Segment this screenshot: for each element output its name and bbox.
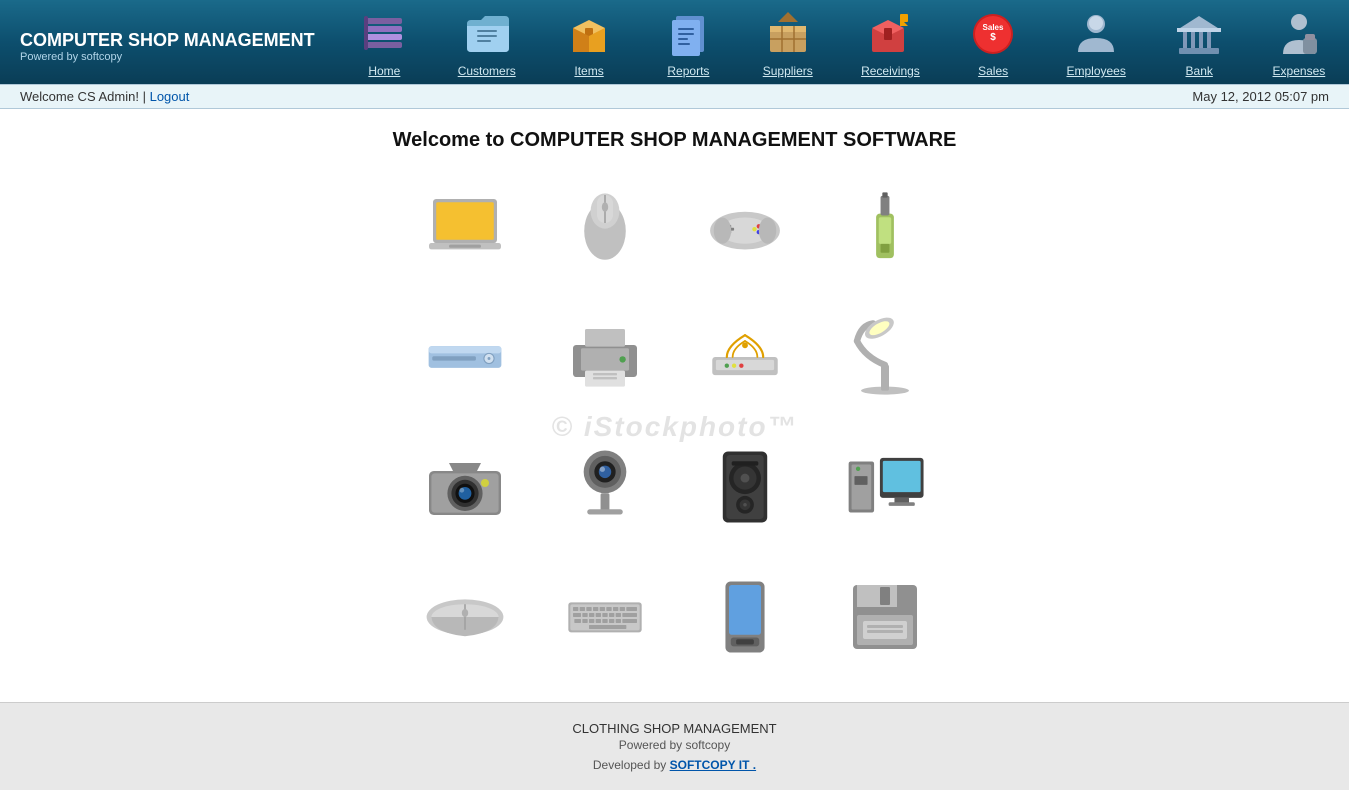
nav-label-customers: Customers bbox=[458, 60, 516, 84]
items-icon bbox=[563, 8, 615, 60]
nav-label-items: Items bbox=[574, 60, 603, 84]
powered-by-label: Powered by softcopy bbox=[20, 51, 315, 63]
svg-text:Sales: Sales bbox=[983, 23, 1004, 32]
dvd-drive-device bbox=[405, 302, 525, 412]
sales-icon: Sales $ bbox=[967, 8, 1019, 60]
speaker-device bbox=[685, 432, 805, 542]
header-title-block: COMPUTER SHOP MANAGEMENT Powered by soft… bbox=[0, 30, 335, 63]
bank-icon bbox=[1173, 8, 1225, 60]
footer-dev-prefix: Developed by bbox=[593, 758, 666, 772]
nav-label-sales: Sales bbox=[978, 60, 1008, 84]
nav-item-suppliers[interactable]: Suppliers bbox=[754, 8, 822, 84]
camera-device bbox=[405, 432, 525, 542]
desk-lamp-device bbox=[825, 302, 945, 412]
footer: CLOTHING SHOP MANAGEMENT Powered by soft… bbox=[0, 702, 1349, 790]
main-nav: Home Customers bbox=[335, 8, 1349, 84]
printer-device bbox=[545, 302, 665, 412]
nav-item-items[interactable]: Items bbox=[555, 8, 623, 84]
expenses-icon bbox=[1273, 8, 1325, 60]
nav-item-home[interactable]: Home bbox=[350, 8, 418, 84]
main-content: Welcome to COMPUTER SHOP MANAGEMENT SOFT… bbox=[0, 109, 1349, 702]
keyboard-device bbox=[545, 562, 665, 672]
laptop-device bbox=[405, 172, 525, 282]
wifi-router-device bbox=[685, 302, 805, 412]
receivings-icon bbox=[864, 8, 916, 60]
employees-icon bbox=[1070, 8, 1122, 60]
suppliers-icon bbox=[762, 8, 814, 60]
welcome-text: Welcome CS Admin! | bbox=[20, 89, 146, 104]
usb-drive-device bbox=[825, 172, 945, 282]
welcome-message: Welcome CS Admin! | Logout bbox=[20, 89, 189, 104]
nav-label-suppliers: Suppliers bbox=[763, 60, 813, 84]
mouse-device bbox=[545, 172, 665, 282]
footer-dev-link[interactable]: SOFTCOPY IT . bbox=[670, 758, 756, 772]
nav-label-reports: Reports bbox=[667, 60, 709, 84]
nav-item-expenses[interactable]: Expenses bbox=[1265, 8, 1334, 84]
nav-item-bank[interactable]: Bank bbox=[1165, 8, 1233, 84]
gamepad-device bbox=[685, 172, 805, 282]
nav-item-sales[interactable]: Sales $ Sales bbox=[959, 8, 1027, 84]
logout-link[interactable]: Logout bbox=[150, 89, 190, 104]
pda-device bbox=[685, 562, 805, 672]
nav-item-receivings[interactable]: Receivings bbox=[853, 8, 928, 84]
floppy-disk-device bbox=[825, 562, 945, 672]
svg-text:$: $ bbox=[990, 32, 996, 43]
webcam-device bbox=[545, 432, 665, 542]
home-icon bbox=[358, 8, 410, 60]
header: COMPUTER SHOP MANAGEMENT Powered by soft… bbox=[0, 0, 1349, 84]
app-title: COMPUTER SHOP MANAGEMENT bbox=[20, 30, 315, 51]
customers-icon bbox=[461, 8, 513, 60]
computer-mouse-device bbox=[405, 562, 525, 672]
desktop-computer-device bbox=[825, 432, 945, 542]
footer-powered-by: Powered by softcopy bbox=[0, 738, 1349, 752]
page-title: Welcome to COMPUTER SHOP MANAGEMENT SOFT… bbox=[393, 129, 957, 152]
nav-item-reports[interactable]: Reports bbox=[654, 8, 722, 84]
nav-label-bank: Bank bbox=[1186, 60, 1213, 84]
nav-label-receivings: Receivings bbox=[861, 60, 920, 84]
nav-label-expenses: Expenses bbox=[1273, 60, 1326, 84]
datetime-display: May 12, 2012 05:07 pm bbox=[1192, 89, 1329, 104]
footer-title: CLOTHING SHOP MANAGEMENT bbox=[0, 721, 1349, 736]
nav-item-customers[interactable]: Customers bbox=[450, 8, 524, 84]
footer-developer: Developed by SOFTCOPY IT . bbox=[0, 758, 1349, 772]
devices-grid bbox=[435, 172, 915, 682]
nav-label-employees: Employees bbox=[1066, 60, 1125, 84]
subheader: Welcome CS Admin! | Logout May 12, 2012 … bbox=[0, 84, 1349, 109]
reports-icon bbox=[662, 8, 714, 60]
nav-label-home: Home bbox=[368, 60, 400, 84]
nav-item-employees[interactable]: Employees bbox=[1058, 8, 1133, 84]
